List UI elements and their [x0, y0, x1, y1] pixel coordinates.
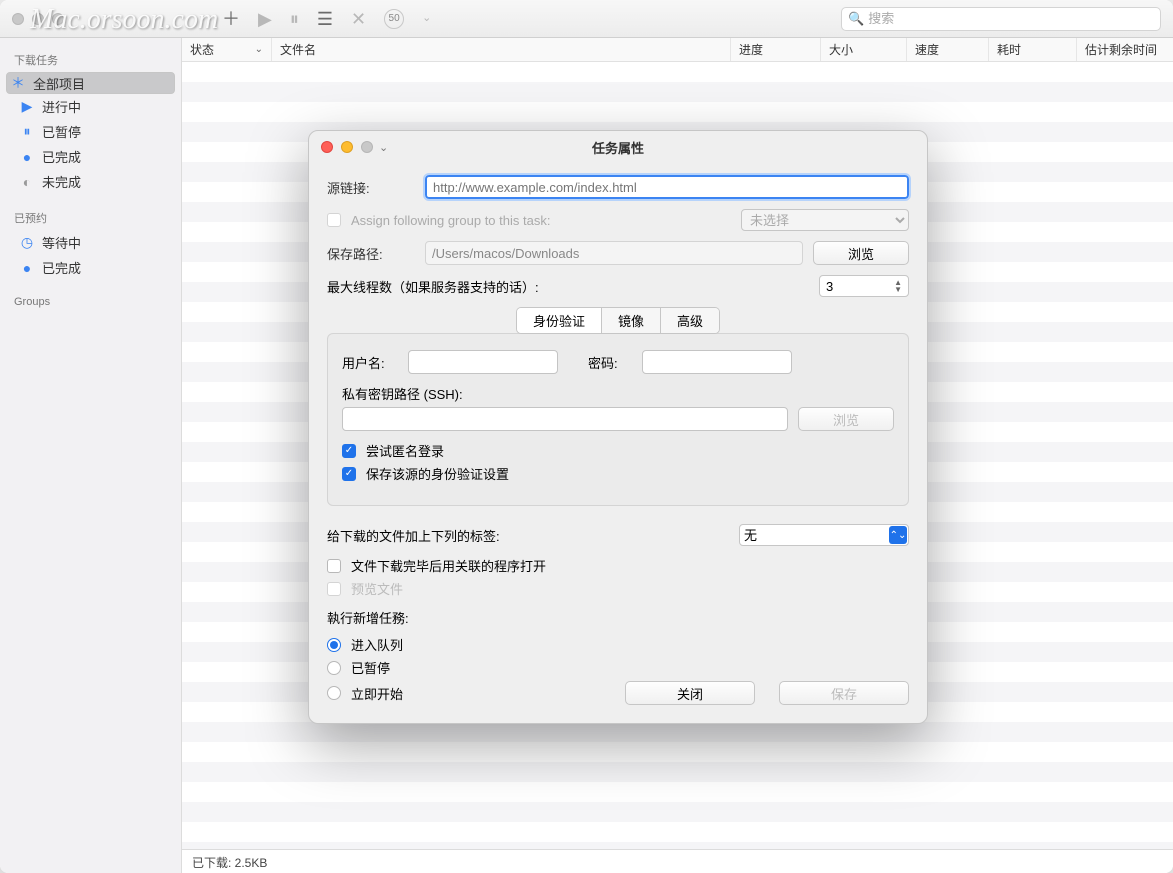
sidebar-item-label: 已完成 — [42, 258, 81, 277]
save-auth-checkbox[interactable]: ✓ — [342, 467, 356, 481]
sidebar-section-downloads: 下载任务 — [0, 46, 181, 72]
sidebar-section-scheduled: 已预约 — [0, 204, 181, 230]
search-box[interactable]: 🔍 — [841, 7, 1161, 31]
clock-icon: ◷ — [20, 234, 34, 251]
radio-enter-queue-label: 进入队列 — [351, 635, 403, 654]
chevron-down-icon[interactable]: ⌄ — [422, 13, 431, 24]
window-close-icon[interactable] — [12, 13, 24, 25]
anon-login-label: 尝试匿名登录 — [366, 441, 444, 460]
sidebar-item-all[interactable]: ＊ 全部项目 — [6, 72, 175, 94]
tab-advanced[interactable]: 高级 — [661, 308, 719, 333]
dot-icon: ● — [20, 260, 34, 276]
radio-start-now-label: 立即开始 — [351, 684, 403, 703]
sidebar-item-label: 全部项目 — [33, 74, 85, 93]
moon-icon: ◐ — [20, 174, 34, 190]
ssh-browse-button[interactable]: 浏览 — [798, 407, 894, 431]
sidebar-item-in-progress[interactable]: ▶ 进行中 — [6, 94, 175, 119]
play-icon: ▶ — [20, 98, 34, 115]
col-progress[interactable]: 进度 — [731, 38, 821, 61]
col-size[interactable]: 大小 — [821, 38, 907, 61]
task-properties-dialog: ⌄ 任务属性 源链接: Assign following group to th… — [308, 130, 928, 724]
max-threads-label: 最大线程数（如果服务器支持的话）: — [327, 277, 809, 296]
assign-group-checkbox[interactable] — [327, 213, 341, 227]
ssh-key-input[interactable] — [342, 407, 788, 431]
group-select[interactable]: 未选择 — [741, 209, 909, 231]
tab-auth[interactable]: 身份验证 — [517, 308, 602, 333]
assign-group-label: Assign following group to this task: — [351, 213, 731, 228]
stepper-icon[interactable]: ▲▼ — [894, 279, 902, 293]
radio-enter-queue[interactable] — [327, 638, 341, 652]
pause-icon[interactable]: ⏸ — [290, 10, 299, 28]
exec-new-task-label: 執行新增任務: — [327, 608, 909, 627]
sidebar-item-paused[interactable]: ⏸ 已暂停 — [6, 119, 175, 144]
radio-paused-label: 已暂停 — [351, 658, 390, 677]
sidebar-item-incomplete[interactable]: ◐ 未完成 — [6, 169, 175, 194]
open-after-label: 文件下载完毕后用关联的程序打开 — [351, 556, 546, 575]
tab-segment: 身份验证 镜像 高级 — [516, 307, 720, 334]
col-elapsed[interactable]: 耗时 — [989, 38, 1077, 61]
username-input[interactable] — [408, 350, 558, 374]
auth-panel: 用户名: 密码: 私有密钥路径 (SSH): 浏览 ✓ 尝试匿名登录 ✓ 保存该… — [327, 333, 909, 506]
titlebar: ＋ ▶ ⏸ ☰ ✕ 50 ⌄ 🔍 — [0, 0, 1173, 38]
window-zoom-icon[interactable] — [52, 13, 64, 25]
source-url-label: 源链接: — [327, 178, 415, 197]
sidebar-section-groups: Groups — [0, 290, 181, 312]
save-button[interactable]: 保存 — [779, 681, 909, 705]
window-minimize-icon[interactable] — [32, 13, 44, 25]
username-label: 用户名: — [342, 353, 398, 372]
asterisk-icon: ＊ — [11, 73, 25, 93]
dialog-title: 任务属性 — [309, 138, 927, 157]
password-input[interactable] — [642, 350, 792, 374]
ssh-key-label: 私有密钥路径 (SSH): — [342, 384, 463, 403]
speed-limit-button[interactable]: 50 — [384, 9, 404, 29]
search-input[interactable] — [868, 11, 1154, 26]
sidebar-item-label: 进行中 — [42, 97, 81, 116]
add-icon[interactable]: ＋ — [222, 10, 240, 28]
preview-checkbox — [327, 582, 341, 596]
search-icon: 🔍 — [848, 11, 864, 27]
max-threads-stepper[interactable]: 3 ▲▼ — [819, 275, 909, 297]
sidebar: 下载任务 ＊全部项目 ▶进行中 ⏸已暂停 ●已完成 ◐未完成 已预约 ◷等待中 … — [0, 38, 182, 873]
password-label: 密码: — [588, 353, 632, 372]
col-filename[interactable]: 文件名 — [272, 38, 731, 61]
radio-paused[interactable] — [327, 661, 341, 675]
play-icon[interactable]: ▶ — [258, 10, 272, 28]
sidebar-item-scheduled-completed[interactable]: ● 已完成 — [6, 255, 175, 280]
close-button[interactable]: 关闭 — [625, 681, 755, 705]
sidebar-item-label: 已暂停 — [42, 122, 81, 141]
stop-icon[interactable]: ✕ — [351, 10, 366, 28]
sidebar-item-waiting[interactable]: ◷ 等待中 — [6, 230, 175, 255]
sidebar-item-label: 已完成 — [42, 147, 81, 166]
tags-label: 给下载的文件加上下列的标签: — [327, 526, 729, 545]
chevron-down-icon[interactable]: ⌄ — [255, 44, 263, 55]
tags-select[interactable]: 无 — [739, 524, 909, 546]
browse-button[interactable]: 浏览 — [813, 241, 909, 265]
tab-mirror[interactable]: 镜像 — [602, 308, 661, 333]
chevron-updown-icon: ⌃⌄ — [889, 526, 907, 544]
window-traffic-lights — [12, 13, 64, 25]
pause-icon: ⏸ — [20, 123, 34, 140]
col-eta[interactable]: 估计剩余时间 — [1077, 38, 1173, 61]
save-path-label: 保存路径: — [327, 244, 415, 263]
dot-icon: ● — [20, 149, 34, 165]
col-status[interactable]: 状态⌄ — [182, 38, 272, 61]
col-speed[interactable]: 速度 — [907, 38, 989, 61]
preview-label: 预览文件 — [351, 579, 403, 598]
sidebar-item-completed[interactable]: ● 已完成 — [6, 144, 175, 169]
sidebar-item-label: 等待中 — [42, 233, 81, 252]
radio-start-now[interactable] — [327, 686, 341, 700]
save-path-input[interactable] — [425, 241, 803, 265]
source-url-input[interactable] — [425, 175, 909, 199]
max-threads-value: 3 — [826, 279, 833, 294]
downloaded-label: 已下载: 2.5KB — [192, 856, 267, 870]
status-bar: 已下载: 2.5KB — [182, 849, 1173, 873]
table-header: 状态⌄ 文件名 进度 大小 速度 耗时 估计剩余时间 — [182, 38, 1173, 62]
open-after-checkbox[interactable] — [327, 559, 341, 573]
save-auth-label: 保存该源的身份验证设置 — [366, 464, 509, 483]
anon-login-checkbox[interactable]: ✓ — [342, 444, 356, 458]
list-icon[interactable]: ☰ — [317, 10, 333, 28]
sidebar-item-label: 未完成 — [42, 172, 81, 191]
